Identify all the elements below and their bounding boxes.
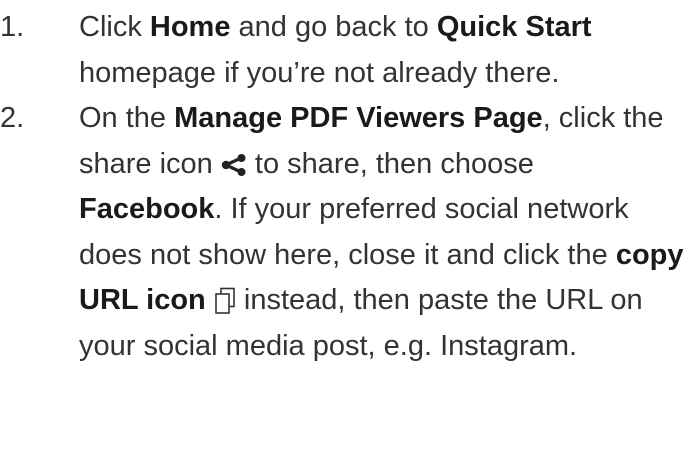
step-2-text-part: On the [79, 102, 175, 134]
step-1-text-part: and go back to [230, 11, 437, 43]
step-1-text: Click Home and go back to Quick Start ho… [79, 5, 685, 96]
step-2: 2. On the Manage PDF Viewers Page, click… [0, 96, 697, 369]
step-1-number: 1. [0, 11, 25, 43]
step-1: 1. Click Home and go back to Quick Start… [0, 5, 697, 96]
home-label: Home [149, 11, 231, 43]
copy-icon [214, 287, 236, 315]
step-1-text-part: Click [79, 11, 150, 43]
instruction-document: 1. Click Home and go back to Quick Start… [0, 0, 697, 463]
quick-start-label: Quick Start [436, 11, 592, 43]
step-2-number: 2. [0, 102, 25, 134]
share-icon [221, 153, 247, 176]
step-2-text-part: to share, then choose [246, 147, 534, 180]
steps-list: 1. Click Home and go back to Quick Start… [0, 5, 697, 369]
facebook-label: Facebook [79, 193, 215, 225]
manage-pdf-viewers-page-label: Manage PDF Viewers Page [174, 102, 543, 134]
step-1-text-part: homepage if you’re not already there. [79, 56, 560, 89]
step-2-text: On the Manage PDF Viewers Page, click th… [79, 96, 685, 369]
